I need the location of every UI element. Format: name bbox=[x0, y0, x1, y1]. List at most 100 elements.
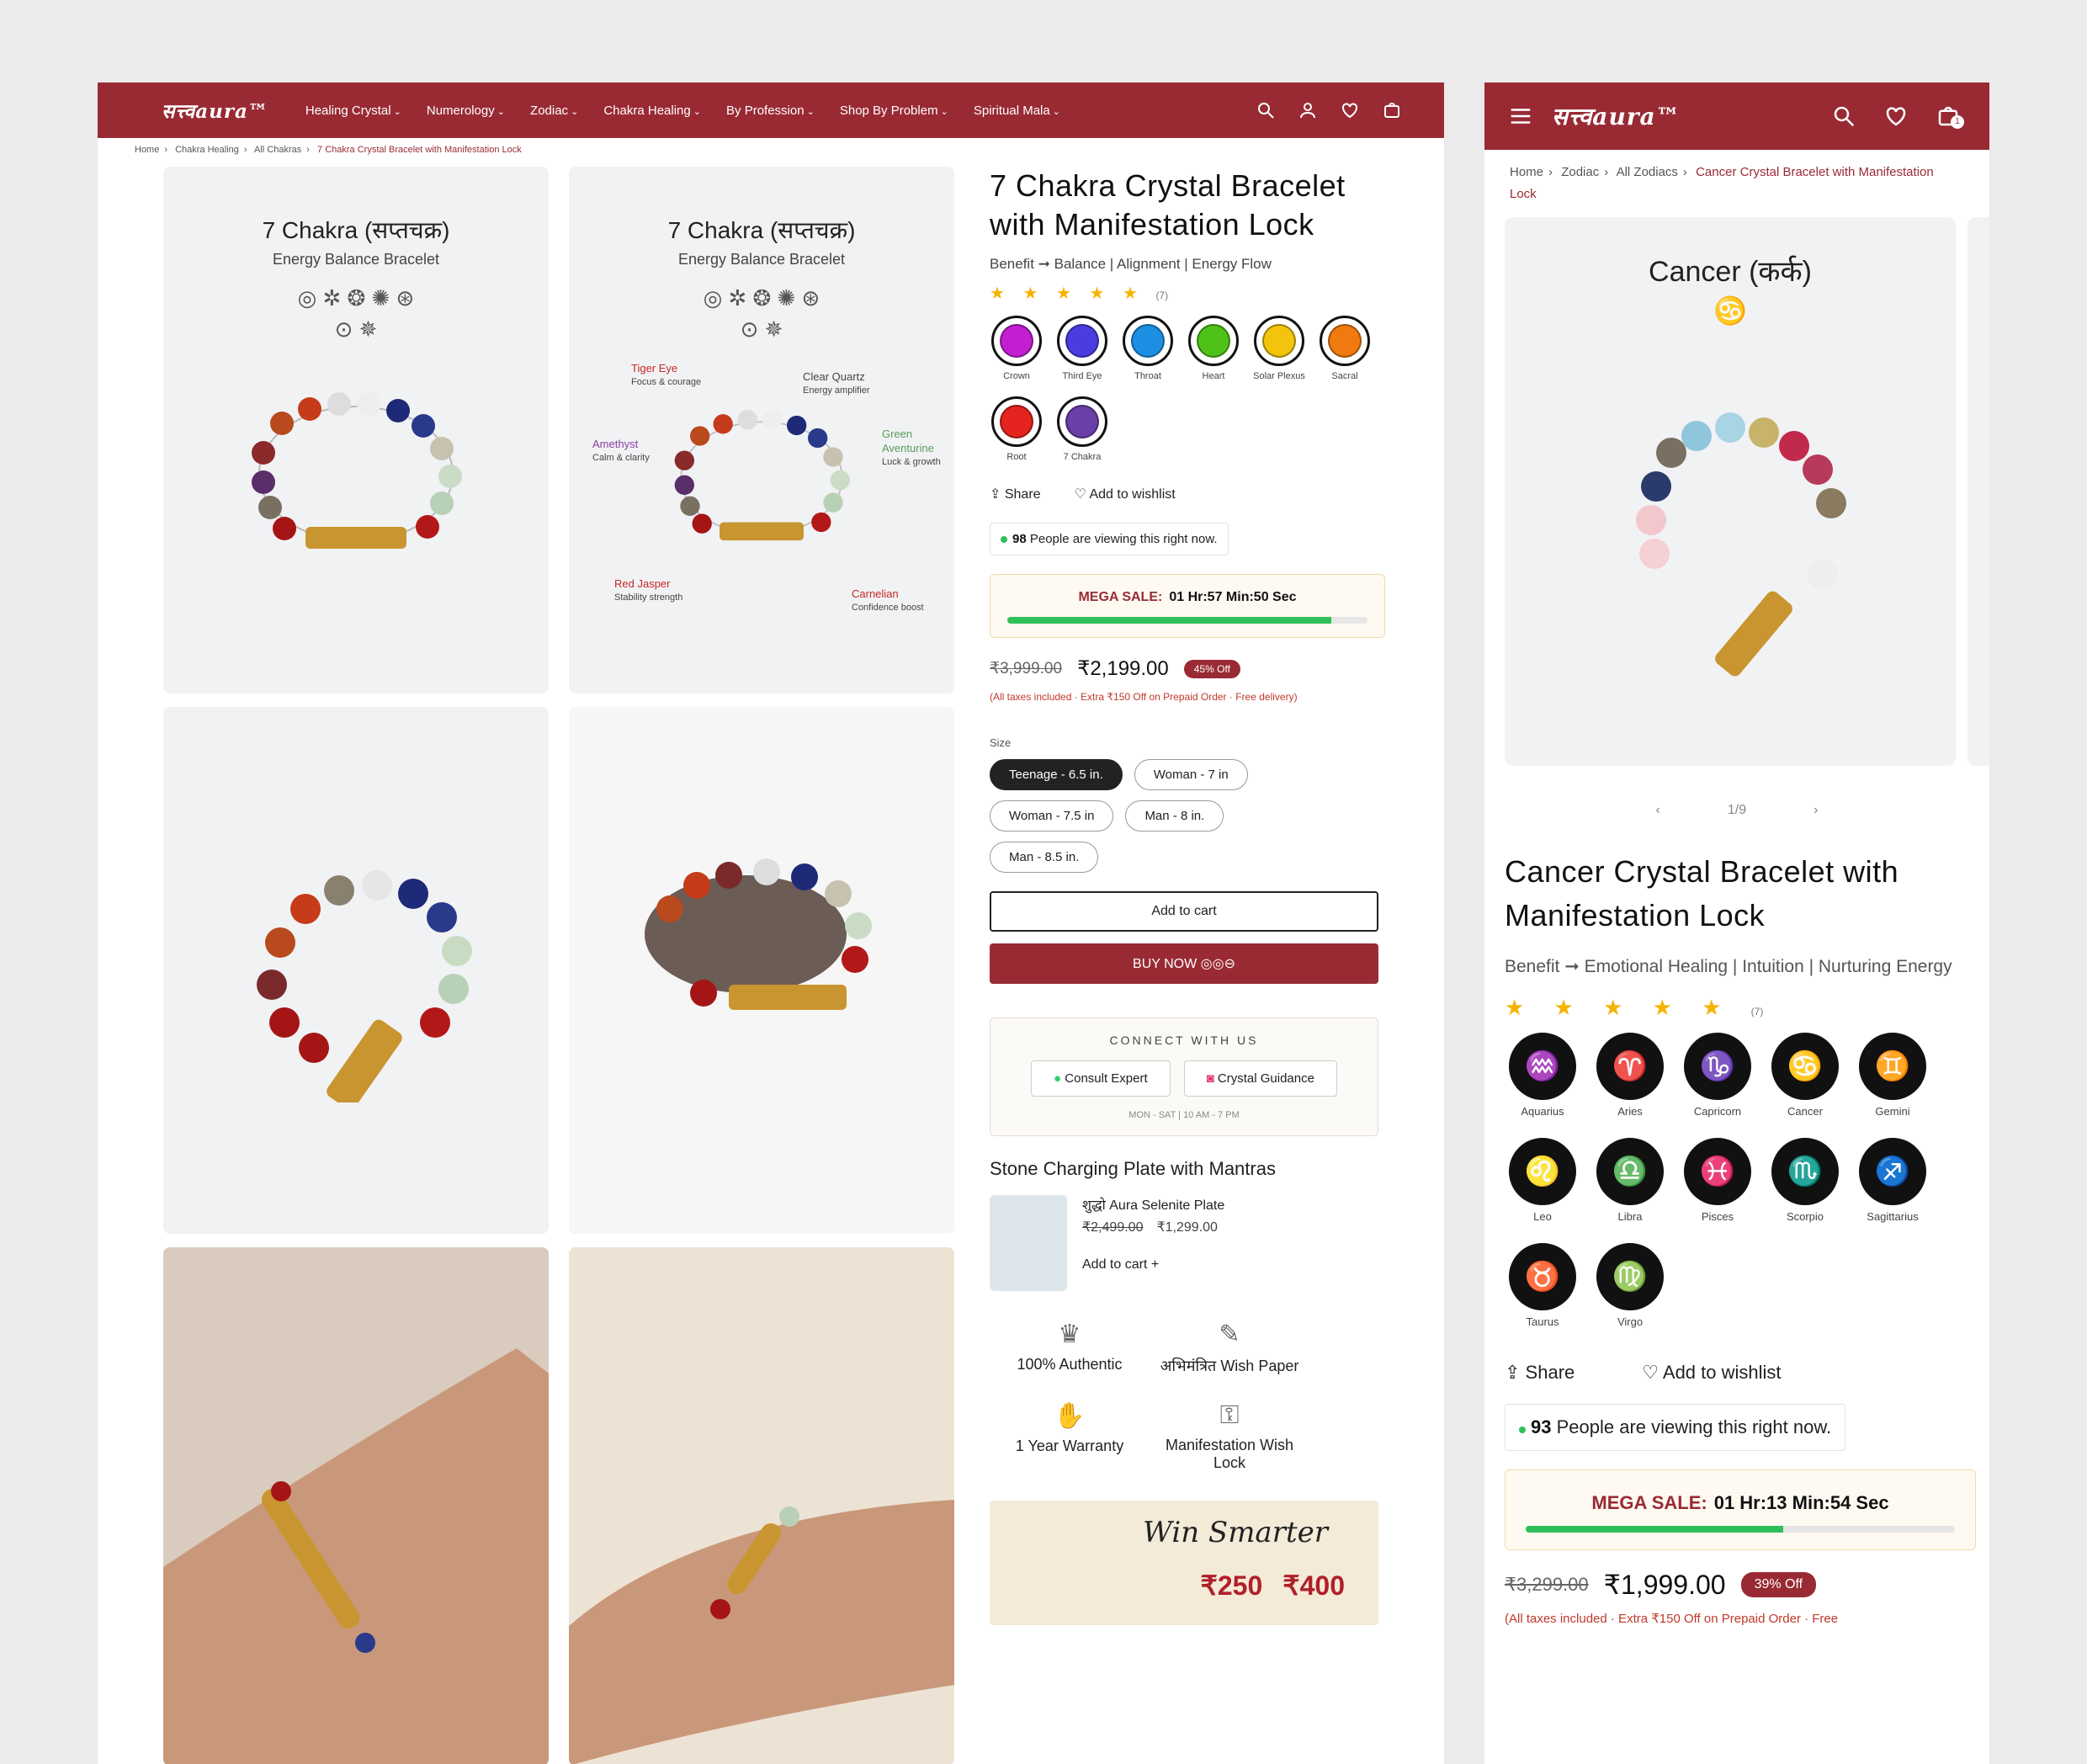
rating-stars[interactable]: ★ ★ ★ ★ ★ (7) bbox=[990, 283, 1385, 304]
size-label: Size bbox=[990, 736, 1012, 749]
breadcrumb-chakra-healing[interactable]: Chakra Healing bbox=[175, 145, 239, 155]
next-image-peek[interactable] bbox=[1968, 217, 1989, 766]
breadcrumb-all-zodiacs[interactable]: All Zodiacs bbox=[1617, 165, 1678, 179]
upsell-name: शुद्धो Aura Selenite Plate bbox=[1082, 1198, 1225, 1213]
zodiac-swatch-aquarius[interactable]: ♒ Aquarius bbox=[1505, 1033, 1580, 1118]
zodiac-label: Capricorn bbox=[1693, 1105, 1742, 1118]
zodiac-swatch-scorpio[interactable]: ♏ Scorpio bbox=[1767, 1138, 1843, 1223]
nav-item-by-profession[interactable]: By Profession bbox=[726, 104, 815, 118]
logo[interactable]: सत्त्वaura™ bbox=[1552, 100, 1681, 132]
sale-timer: 01 Hr:57 Min:50 Sec bbox=[1169, 590, 1297, 604]
cart-icon[interactable] bbox=[1382, 100, 1402, 120]
gallery-image-1[interactable]: 7 Chakra (सप्तचक्र) Energy Balance Brace… bbox=[163, 167, 549, 693]
add-to-wishlist-button[interactable]: ♡ Add to wishlist bbox=[1075, 486, 1176, 502]
upsell-add-to-cart[interactable]: Add to cart + bbox=[1082, 1257, 1224, 1273]
header-bar: सत्त्वaura™ Healing Crystal Numerology Z… bbox=[98, 82, 1444, 138]
search-icon[interactable] bbox=[1831, 104, 1856, 129]
breadcrumb-home[interactable]: Home bbox=[1510, 165, 1543, 179]
upsell-old-price: ₹2,499.00 bbox=[1082, 1220, 1144, 1235]
sale-progress-bar bbox=[1007, 617, 1367, 624]
breadcrumb-home[interactable]: Home bbox=[135, 145, 159, 155]
share-icon: ⇪ bbox=[1505, 1362, 1526, 1383]
zodiac-swatch-gemini[interactable]: ♊ Gemini bbox=[1855, 1033, 1930, 1118]
variant-swatches: Crown Third Eye Throat Heart Solar Plexu… bbox=[990, 316, 1385, 462]
paper-icon: ✎ bbox=[1219, 1320, 1240, 1348]
discount-badge: 39% Off bbox=[1740, 1572, 1817, 1597]
swatch-throat[interactable]: Throat bbox=[1121, 316, 1175, 381]
swatch-third-eye[interactable]: Third Eye bbox=[1055, 316, 1109, 381]
size-option-man-8[interactable]: Man - 8 in. bbox=[1125, 800, 1224, 832]
image-title: Cancer (कर्क) bbox=[1649, 256, 1812, 288]
connect-title: CONNECT WITH US bbox=[1109, 1033, 1259, 1047]
size-option-man-8-5[interactable]: Man - 8.5 in. bbox=[990, 842, 1099, 873]
zodiac-label: Aries bbox=[1617, 1105, 1643, 1118]
swatch-solar-plexus[interactable]: Solar Plexus bbox=[1252, 316, 1306, 381]
whatsapp-icon: ● bbox=[1054, 1071, 1065, 1086]
swatch-color bbox=[1197, 324, 1230, 358]
feature-warranty: ✋ 1 Year Warranty bbox=[990, 1401, 1150, 1472]
nav-item-zodiac[interactable]: Zodiac bbox=[530, 104, 578, 118]
crystal-guidance-button[interactable]: ◙ Crystal Guidance bbox=[1183, 1060, 1337, 1097]
share-button[interactable]: ⇪ Share bbox=[990, 486, 1041, 502]
account-icon[interactable] bbox=[1298, 100, 1318, 120]
cart-icon[interactable]: 1 bbox=[1936, 104, 1964, 129]
swatch-sacral[interactable]: Sacral bbox=[1318, 316, 1372, 381]
rating-stars[interactable]: ★ ★ ★ ★ ★ (7) bbox=[1505, 995, 1976, 1021]
size-option-teenage[interactable]: Teenage - 6.5 in. bbox=[990, 759, 1123, 790]
add-to-wishlist-button[interactable]: ♡ Add to wishlist bbox=[1642, 1362, 1781, 1384]
consult-expert-button[interactable]: ● Consult Expert bbox=[1031, 1060, 1171, 1097]
zodiac-swatch-cancer[interactable]: ♋ Cancer bbox=[1767, 1033, 1843, 1118]
promo-banner[interactable]: Win Smarter ₹250 ₹400 bbox=[990, 1501, 1378, 1625]
gallery-image-4[interactable] bbox=[569, 707, 954, 1234]
nav-item-healing-crystal[interactable]: Healing Crystal bbox=[305, 104, 401, 118]
nav-item-numerology[interactable]: Numerology bbox=[427, 104, 505, 118]
zodiac-swatch-leo[interactable]: ♌ Leo bbox=[1505, 1138, 1580, 1223]
upsell-item: शुद्धो Aura Selenite Plate ₹2,499.00 ₹1,2… bbox=[990, 1195, 1385, 1291]
feature-grid: ♛ 100% Authentic ✎ अभिमंत्रित Wish Paper ✋… bbox=[990, 1320, 1385, 1472]
heart-icon[interactable] bbox=[1883, 104, 1909, 129]
zodiac-swatch-aries[interactable]: ♈ Aries bbox=[1592, 1033, 1668, 1118]
gallery-image-2[interactable]: 7 Chakra (सप्तचक्र) Energy Balance Brace… bbox=[569, 167, 954, 693]
bracelet-on-stone-image bbox=[645, 858, 872, 1010]
gallery-image-6[interactable] bbox=[569, 1247, 954, 1764]
zodiac-swatch-pisces[interactable]: ♓ Pisces bbox=[1680, 1138, 1755, 1223]
swatch-crown[interactable]: Crown bbox=[990, 316, 1044, 381]
breadcrumb-zodiac[interactable]: Zodiac bbox=[1561, 165, 1599, 179]
zodiac-swatch-sagittarius[interactable]: ♐ Sagittarius bbox=[1855, 1138, 1930, 1223]
gallery-image-3[interactable] bbox=[163, 707, 549, 1234]
nav-item-chakra-healing[interactable]: Chakra Healing bbox=[603, 104, 701, 118]
menu-icon[interactable] bbox=[1508, 104, 1533, 129]
size-option-woman-7[interactable]: Woman - 7 in bbox=[1134, 759, 1248, 790]
zodiac-swatch-taurus[interactable]: ♉ Taurus bbox=[1505, 1243, 1580, 1328]
main-nav: Healing Crystal Numerology Zodiac Chakra… bbox=[305, 104, 1060, 118]
breadcrumb-all-chakras[interactable]: All Chakras bbox=[254, 145, 301, 155]
gallery-image-5[interactable] bbox=[163, 1247, 549, 1764]
mobile-gallery-image[interactable]: Cancer (कर्क) ♋ bbox=[1505, 217, 1956, 766]
logo[interactable]: सत्त्वaura™ bbox=[162, 97, 268, 124]
heart-icon[interactable] bbox=[1340, 100, 1360, 120]
swatch-color bbox=[1000, 405, 1033, 438]
zodiac-swatch-virgo[interactable]: ♍ Virgo bbox=[1592, 1243, 1668, 1328]
nav-item-shop-by-problem[interactable]: Shop By Problem bbox=[840, 104, 948, 118]
feature-wish-paper: ✎ अभिमंत्रित Wish Paper bbox=[1150, 1320, 1309, 1376]
prev-image-button[interactable]: ‹ bbox=[1656, 803, 1660, 817]
next-image-button[interactable]: › bbox=[1814, 803, 1818, 817]
swatch-heart[interactable]: Heart bbox=[1187, 316, 1240, 381]
aquarius-icon: ♒ bbox=[1509, 1033, 1576, 1100]
crystal-icon: ♛ bbox=[1058, 1320, 1081, 1348]
zodiac-swatch-libra[interactable]: ♎ Libra bbox=[1592, 1138, 1668, 1223]
zodiac-swatch-capricorn[interactable]: ♑ Capricorn bbox=[1680, 1033, 1755, 1118]
breadcrumb-current: 7 Chakra Crystal Bracelet with Manifesta… bbox=[317, 145, 522, 155]
add-to-cart-button[interactable]: Add to cart bbox=[990, 891, 1378, 932]
swatch-7-chakra[interactable]: 7 Chakra bbox=[1055, 396, 1109, 462]
size-option-woman-7-5[interactable]: Woman - 7.5 in bbox=[990, 800, 1114, 832]
buy-now-button[interactable]: BUY NOW ◎◎⊖ bbox=[990, 943, 1378, 984]
nav-item-spiritual-mala[interactable]: Spiritual Mala bbox=[974, 104, 1060, 118]
swatch-root[interactable]: Root bbox=[990, 396, 1044, 462]
desktop-frame: सत्त्वaura™ Healing Crystal Numerology Z… bbox=[98, 82, 1444, 1764]
zodiac-swatches: ♒ Aquarius ♈ Aries ♑ Capricorn ♋ Cancer ♊ Gemini ♌… bbox=[1505, 1033, 1976, 1328]
capricorn-icon: ♑ bbox=[1684, 1033, 1751, 1100]
search-icon[interactable] bbox=[1256, 100, 1276, 120]
share-button[interactable]: ⇪ Share bbox=[1505, 1362, 1575, 1384]
cart-count-badge: 1 bbox=[1951, 115, 1964, 129]
